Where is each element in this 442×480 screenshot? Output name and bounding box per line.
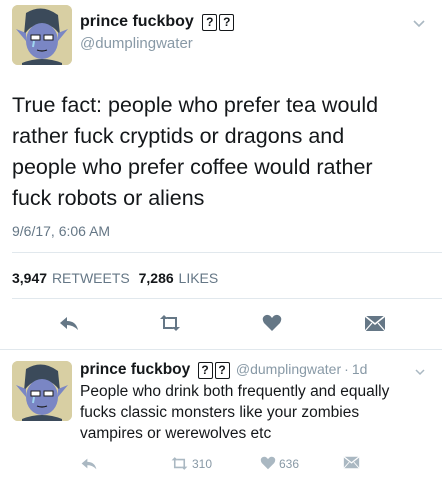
divider	[0, 349, 442, 350]
direct-message-icon[interactable]	[364, 315, 386, 332]
divider	[12, 298, 442, 299]
like-count[interactable]: 7,286	[139, 270, 174, 286]
like-label[interactable]: LIKES	[179, 270, 219, 286]
reply-text-line: vampires or werewolves etc	[80, 425, 272, 442]
reply-text: People who drink both frequently and equ…	[80, 381, 440, 444]
name-glyph-box: ?	[197, 362, 213, 379]
heart-icon[interactable]	[260, 456, 276, 470]
tweet-text-line: rather fuck cryptids or dragons and	[12, 124, 345, 148]
reply-header: prince fuckboy ?? @dumplingwater · 1d	[80, 360, 367, 379]
reply-text-line: fucks classic monsters like your zombies	[80, 404, 360, 421]
time-separator: ·	[344, 361, 349, 377]
retweet-label[interactable]: RETWEETS	[52, 270, 130, 286]
heart-icon[interactable]	[262, 314, 282, 332]
chevron-down-icon[interactable]	[414, 364, 426, 376]
reply-text-line: People who drink both frequently and equ…	[80, 383, 390, 400]
chevron-down-icon[interactable]	[412, 16, 426, 28]
engagement-stats: 3,947 RETWEETS 7,286 LIKES	[12, 270, 218, 286]
reply-like-count[interactable]: 636	[279, 457, 299, 471]
reply-icon[interactable]	[58, 314, 80, 332]
avatar[interactable]	[12, 5, 72, 65]
name-glyph-box: ?	[219, 14, 235, 31]
tweet-text-line: fuck robots or aliens	[12, 186, 205, 210]
divider	[12, 252, 442, 253]
retweet-count[interactable]: 3,947	[12, 270, 47, 286]
name-glyph-box: ?	[202, 14, 218, 31]
tweet-text-line: people who prefer coffee would rather	[12, 155, 373, 179]
avatar[interactable]	[12, 361, 72, 421]
display-name[interactable]: prince fuckboy	[80, 361, 190, 378]
reply-retweet-count[interactable]: 310	[192, 457, 212, 471]
reply-icon[interactable]	[80, 456, 98, 471]
handle[interactable]: @dumplingwater	[236, 361, 341, 377]
relative-time[interactable]: 1d	[352, 361, 368, 377]
timestamp[interactable]: 9/6/17, 6:06 AM	[12, 223, 110, 239]
display-name-text: prince fuckboy	[80, 13, 194, 30]
direct-message-icon[interactable]	[343, 456, 360, 469]
display-name[interactable]: prince fuckboy ??	[80, 13, 235, 31]
retweet-icon[interactable]	[170, 456, 189, 471]
handle[interactable]: @dumplingwater	[80, 35, 193, 53]
tweet-text: True fact: people who prefer tea would r…	[12, 90, 437, 214]
tweet-text-line: True fact: people who prefer tea would	[12, 93, 379, 117]
name-glyph-box: ?	[214, 362, 230, 379]
retweet-icon[interactable]	[158, 314, 182, 332]
